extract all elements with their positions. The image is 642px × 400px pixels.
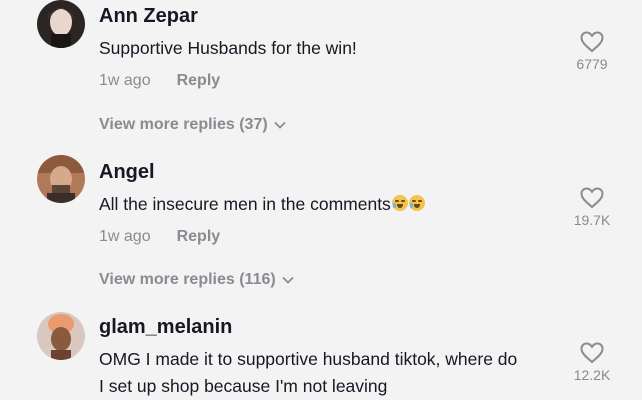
avatar[interactable] [37, 0, 85, 48]
heart-icon [580, 187, 604, 209]
avatar[interactable] [37, 312, 85, 360]
like-count: 6779 [576, 56, 608, 72]
crying-face-icon [391, 195, 408, 211]
comment-username[interactable]: Ann Zepar [99, 5, 198, 28]
like-button[interactable]: 6779 [572, 31, 612, 72]
view-more-replies-button[interactable]: View more replies (116) [99, 271, 294, 289]
avatar[interactable] [37, 155, 85, 203]
comment-time: 1w ago [99, 228, 151, 245]
chevron-down-icon [282, 276, 294, 284]
chevron-down-icon [274, 121, 286, 129]
view-more-replies-button[interactable]: View more replies (37) [99, 116, 286, 134]
like-count: 19.7K [573, 212, 611, 228]
comment-time: 1w ago [99, 72, 151, 89]
like-button[interactable]: 12.2K [572, 342, 612, 383]
like-count: 12.2K [573, 367, 611, 383]
crying-face-icon [408, 195, 425, 211]
comment-text: All the insecure men in the comments [99, 191, 425, 218]
comment-username[interactable]: glam_melanin [99, 316, 232, 339]
comment-text-line: I set up shop because I'm not leaving [99, 376, 388, 396]
comment-text: OMG I made it to supportive husband tikt… [99, 346, 517, 400]
heart-icon [580, 31, 604, 53]
comment-username[interactable]: Angel [99, 161, 155, 184]
comment-meta: 1w ago Reply [99, 72, 220, 90]
comment-meta: 1w ago Reply [99, 228, 220, 246]
heart-icon [580, 342, 604, 364]
comment-text-line: OMG I made it to supportive husband tikt… [99, 349, 518, 369]
comment-text: Supportive Husbands for the win! [99, 38, 357, 58]
reply-button[interactable]: Reply [177, 72, 221, 89]
reply-button[interactable]: Reply [177, 228, 221, 245]
like-button[interactable]: 19.7K [572, 187, 612, 228]
